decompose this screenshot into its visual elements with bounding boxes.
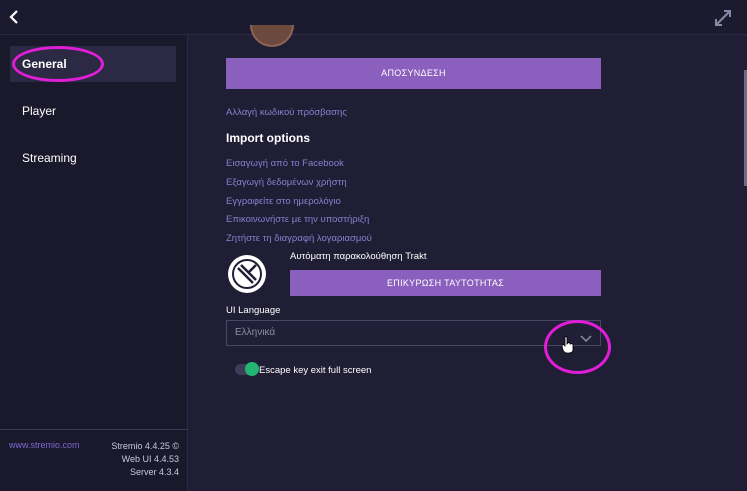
sidebar-item-streaming[interactable]: Streaming <box>10 140 176 176</box>
chevron-down-icon <box>580 329 592 343</box>
version-info: Stremio 4.4.25 © Web UI 4.4.53 Server 4.… <box>111 440 179 479</box>
request-account-deletion-link[interactable]: Ζητήστε τη διαγραφή λογαριασμού <box>226 233 372 244</box>
import-options-title: Import options <box>226 131 310 145</box>
import-facebook-link[interactable]: Εισαγωγή από το Facebook <box>226 158 344 169</box>
web-ui-version: Web UI 4.4.53 <box>121 454 179 464</box>
stremio-version: Stremio 4.4.25 © <box>111 441 179 451</box>
ui-language-label: UI Language <box>226 305 281 316</box>
settings-sidebar: General Player Streaming www.stremio.com… <box>0 35 188 491</box>
toggle-knob <box>245 362 259 376</box>
title-bar <box>0 0 747 35</box>
stremio-website-link[interactable]: www.stremio.com <box>9 440 80 450</box>
sidebar-footer-divider <box>0 429 188 430</box>
sidebar-item-general[interactable]: General <box>10 46 176 82</box>
avatar <box>250 25 294 47</box>
export-user-data-link[interactable]: Εξαγωγή δεδομένων χρήστη <box>226 177 347 188</box>
back-arrow-icon[interactable] <box>6 8 24 26</box>
escape-fullscreen-label: Escape key exit full screen <box>259 365 372 376</box>
hand-cursor-icon <box>561 336 575 354</box>
ui-language-value: Ελληνικά <box>235 327 276 338</box>
server-version: Server 4.3.4 <box>129 467 179 477</box>
sidebar-item-player[interactable]: Player <box>10 93 176 129</box>
change-password-link[interactable]: Αλλαγή κωδικού πρόσβασης <box>226 107 347 118</box>
logout-button[interactable]: ΑΠΟΣΥΝΔΕΣΗ <box>226 58 601 89</box>
contact-support-link[interactable]: Επικοινωνήστε με την υποστήριξη <box>226 214 369 225</box>
expand-icon[interactable] <box>713 8 733 28</box>
trakt-authenticate-button[interactable]: ΕΠΙΚΥΡΩΣΗ ΤΑΥΤΟΤΗΤΑΣ <box>290 270 601 296</box>
trakt-logo-icon <box>226 253 268 295</box>
trakt-label: Αυτόματη παρακολούθηση Trakt <box>290 251 427 262</box>
ui-language-select[interactable]: Ελληνικά <box>226 320 601 346</box>
settings-main: ΑΠΟΣΥΝΔΕΣΗ Αλλαγή κωδικού πρόσβασης Impo… <box>188 25 744 491</box>
subscribe-calendar-link[interactable]: Εγγραφείτε στο ημερολόγιο <box>226 196 341 207</box>
escape-fullscreen-toggle[interactable] <box>235 362 259 376</box>
